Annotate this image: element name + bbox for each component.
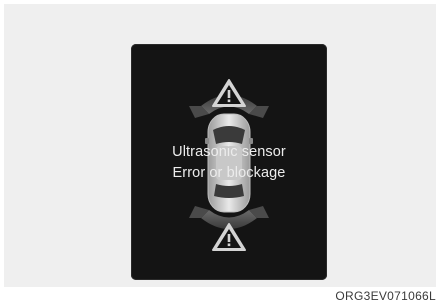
message-line-1: Ultrasonic sensor (172, 144, 286, 160)
illustration-panel: Ultrasonic sensor Error or blockage (4, 4, 436, 287)
warning-message: Ultrasonic sensor Error or blockage (131, 142, 327, 184)
figure-code: ORG3EV071066L (335, 289, 436, 303)
cluster-display: Ultrasonic sensor Error or blockage (131, 44, 327, 280)
rear-warning-icon (212, 223, 246, 251)
message-line-2: Error or blockage (172, 165, 286, 181)
front-warning-icon (212, 79, 246, 107)
